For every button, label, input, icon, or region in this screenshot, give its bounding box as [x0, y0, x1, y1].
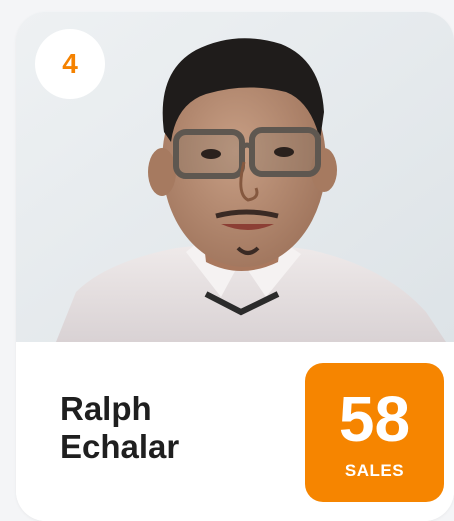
sales-count: 58	[338, 383, 411, 455]
card-info: Ralph Echalar 58 SALES	[16, 342, 454, 521]
salesperson-name: Ralph Echalar	[60, 390, 280, 466]
rank-number: 4	[62, 48, 78, 79]
last-name: Echalar	[60, 428, 180, 465]
salesperson-card: 4 Ralph Echalar 58 SALES	[16, 12, 454, 521]
first-name: Ralph	[60, 390, 152, 427]
profile-photo: 4	[16, 12, 454, 342]
sales-count-box: 58 SALES	[305, 363, 444, 502]
rank-badge: 4	[35, 29, 105, 99]
sales-label: SALES	[344, 461, 405, 480]
